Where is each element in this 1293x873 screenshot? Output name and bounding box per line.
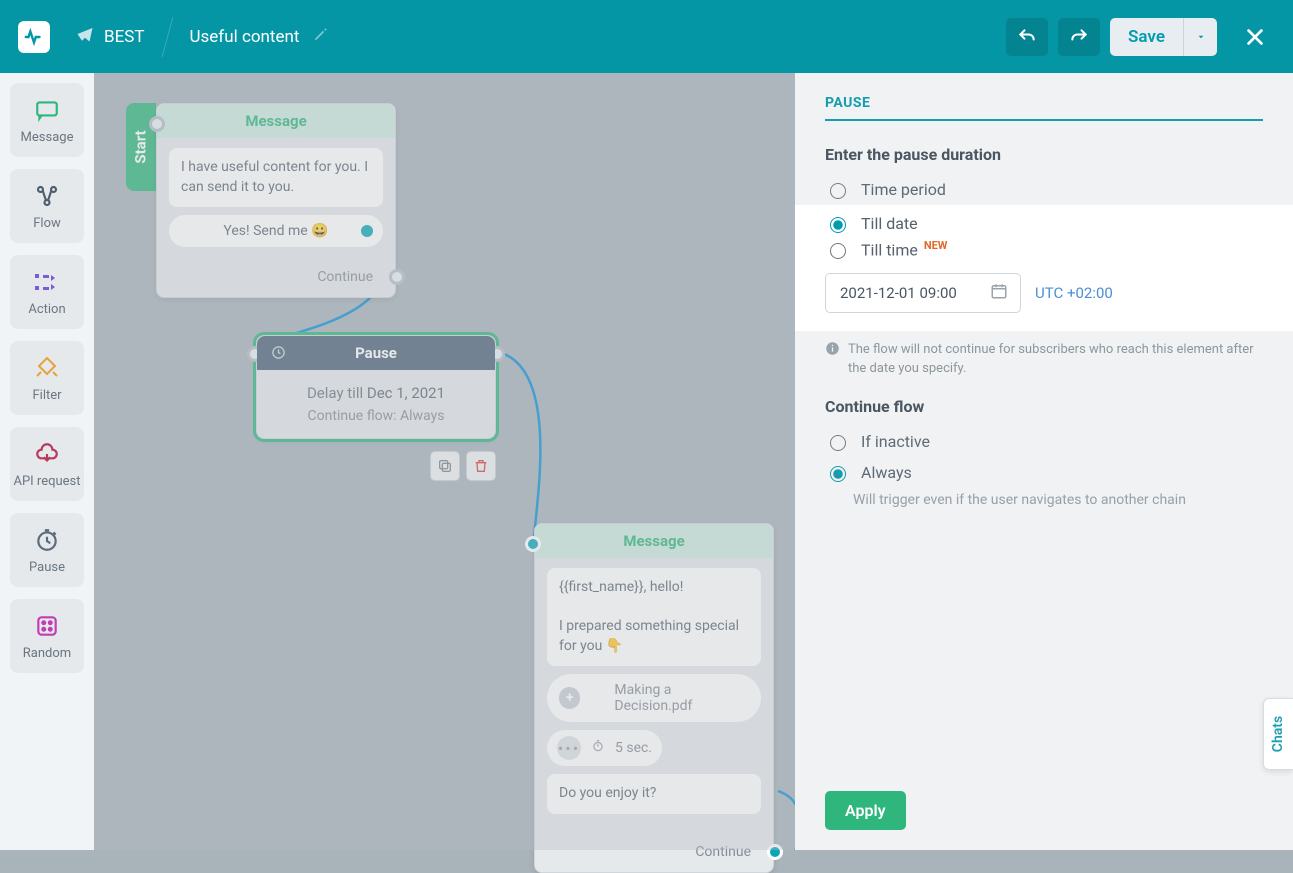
tool-label: Flow — [33, 216, 61, 231]
flow-icon — [33, 182, 61, 210]
always-hint: Will trigger even if the user navigates … — [853, 492, 1263, 508]
radio-always[interactable]: Always — [825, 463, 1263, 482]
radio-till-time[interactable]: Till timeNEW — [825, 239, 1263, 259]
more-icon: ••• — [557, 736, 581, 760]
toolbox: Message Flow Action Filter API request P… — [0, 73, 94, 850]
node-message-1[interactable]: Message I have useful content for you. I… — [156, 103, 396, 298]
breadcrumb: BEST Useful content — [76, 17, 328, 57]
tool-label: Random — [23, 646, 71, 661]
api-icon — [33, 440, 61, 468]
panel-heading: PAUSE — [825, 95, 1263, 121]
redo-button[interactable] — [1058, 18, 1100, 56]
node-title: Pause — [355, 344, 397, 362]
continue-label: Continue — [695, 844, 751, 860]
calendar-icon[interactable] — [990, 282, 1008, 304]
start-badge[interactable]: Start — [126, 103, 156, 191]
app-logo[interactable] — [18, 21, 50, 53]
message-quick-reply[interactable]: Yes! Send me 😀 — [169, 215, 383, 247]
radio-till-date[interactable]: Till date — [825, 214, 1263, 233]
stopwatch-icon — [591, 739, 605, 757]
continue-label: Continue — [317, 269, 373, 285]
info-icon — [825, 341, 840, 379]
tool-filter[interactable]: Filter — [10, 341, 84, 415]
file-attachment[interactable]: + Making a Decision.pdf — [547, 674, 761, 722]
pencil-icon[interactable] — [313, 27, 328, 47]
filter-icon — [33, 354, 61, 382]
tool-label: Action — [28, 302, 65, 317]
output-port-icon[interactable] — [767, 844, 783, 860]
node-title: Message — [157, 104, 395, 138]
clock-icon — [271, 345, 286, 364]
tool-label: API request — [13, 474, 80, 489]
tool-message[interactable]: Message — [10, 83, 84, 157]
new-badge: NEW — [924, 239, 948, 252]
telegram-icon — [76, 25, 94, 48]
radio-if-inactive[interactable]: If inactive — [825, 432, 1263, 451]
date-field[interactable] — [838, 283, 978, 303]
continue-flow-line: Continue flow: Always — [269, 408, 483, 424]
info-note: The flow will not continue for subscribe… — [825, 341, 1263, 379]
apply-button[interactable]: Apply — [825, 791, 906, 830]
duplicate-button[interactable] — [430, 451, 460, 481]
side-panel-pause: PAUSE Enter the pause duration Time peri… — [795, 73, 1293, 850]
chats-tab[interactable]: Chats — [1263, 698, 1293, 770]
save-dropdown-button[interactable] — [1183, 18, 1217, 56]
node-message-2[interactable]: Message {{first_name}}, hello! I prepare… — [534, 523, 774, 873]
start-label: Start — [132, 130, 150, 163]
random-icon — [33, 612, 61, 640]
message-text-2: Do you enjoy it? — [547, 774, 761, 814]
tool-random[interactable]: Random — [10, 599, 84, 673]
bot-name[interactable]: BEST — [104, 27, 145, 47]
tool-action[interactable]: Action — [10, 255, 84, 329]
plus-icon: + — [559, 687, 580, 709]
flow-name[interactable]: Useful content — [190, 27, 300, 47]
action-icon — [33, 268, 61, 296]
top-bar: BEST Useful content Save — [0, 0, 1293, 73]
tool-label: Message — [21, 130, 74, 145]
tool-label: Filter — [32, 388, 61, 403]
close-button[interactable] — [1235, 18, 1275, 56]
continue-section-title: Continue flow — [825, 397, 1263, 416]
timezone-label[interactable]: UTC +02:00 — [1035, 284, 1113, 302]
delay-chip[interactable]: ••• 5 sec. — [547, 730, 662, 766]
undo-button[interactable] — [1006, 18, 1048, 56]
tool-flow[interactable]: Flow — [10, 169, 84, 243]
radio-time-period[interactable]: Time period — [825, 180, 1263, 199]
tool-label: Pause — [29, 560, 65, 575]
duration-section-title: Enter the pause duration — [825, 145, 1263, 164]
tool-pause[interactable]: Pause — [10, 513, 84, 587]
save-button[interactable]: Save — [1110, 18, 1183, 56]
input-port-icon[interactable] — [525, 536, 541, 552]
output-port-icon[interactable] — [361, 225, 373, 237]
message-icon — [33, 96, 61, 124]
message-text: {{first_name}}, hello! I prepared someth… — [547, 568, 761, 666]
message-text: I have useful content for you. I can sen… — [169, 148, 383, 207]
pause-icon — [33, 526, 61, 554]
date-input[interactable] — [825, 273, 1021, 313]
delete-button[interactable] — [466, 451, 496, 481]
tool-api-request[interactable]: API request — [10, 427, 84, 501]
node-title: Message — [535, 524, 773, 558]
node-pause[interactable]: Pause Delay till Dec 1, 2021 Continue fl… — [256, 335, 496, 439]
